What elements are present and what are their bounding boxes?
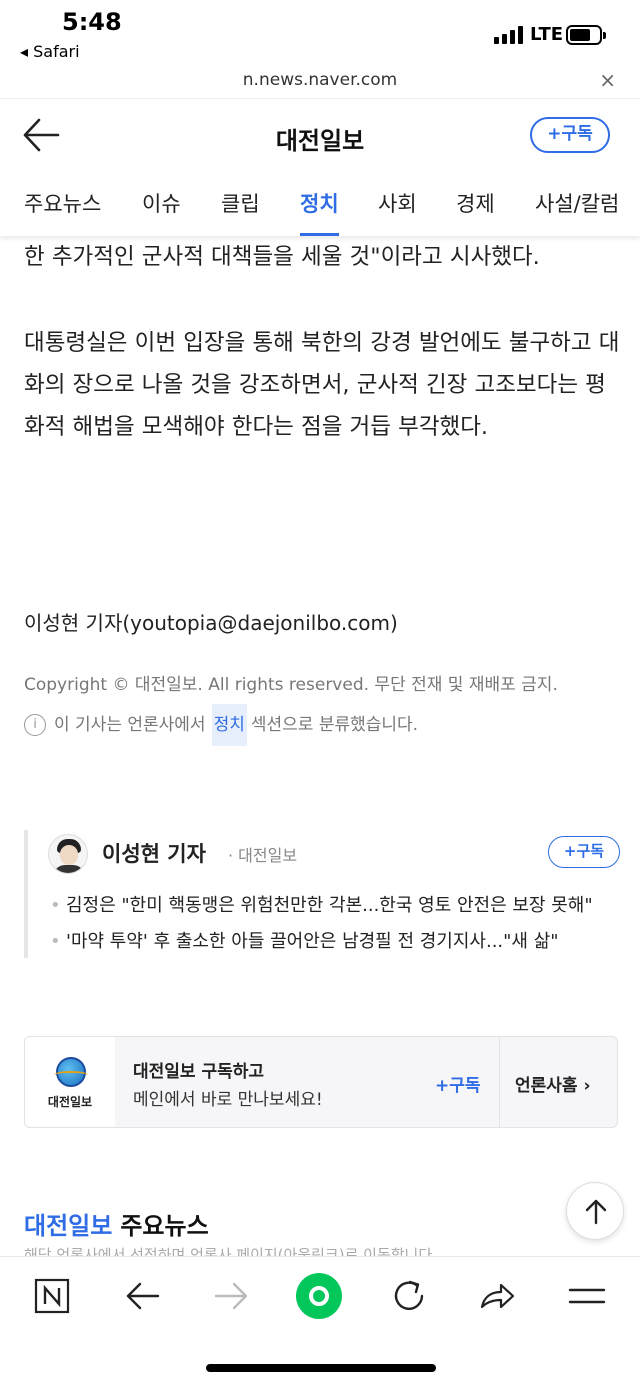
publisher-logo-text: 대전일보 xyxy=(47,1095,93,1109)
back-to-safari-link[interactable]: ◂ Safari xyxy=(20,42,80,61)
reporter-byline: 이성현 기자(youtopia@daejonilbo.com) xyxy=(24,611,398,635)
info-icon: i xyxy=(24,714,46,736)
tab-society[interactable]: 사회 xyxy=(378,188,417,218)
tab-editorial[interactable]: 사설/칼럼 xyxy=(535,188,619,218)
section-note-text: 이 기사는 언론사에서 xyxy=(54,715,206,735)
reporter-subscribe-button[interactable]: +구독 xyxy=(548,836,620,868)
article-paragraph: 한 추가적인 군사적 대책들을 세울 것"이라고 시사했다. xyxy=(24,244,540,270)
publisher-logo[interactable]: 대전일보 xyxy=(25,1037,115,1127)
main-news-org[interactable]: 대전일보 xyxy=(24,1212,112,1240)
main-news-heading: 대전일보 주요뉴스 xyxy=(24,1206,209,1241)
globe-icon xyxy=(54,1057,88,1087)
reporter-card: 이성현 기자 · 대전일보 +구독 김정은 "한미 핵동맹은 위험천만한 각본.… xyxy=(24,830,620,960)
section-note: i 이 기사는 언론사에서 정치 섹션으로 분류했습니다. xyxy=(24,704,418,746)
arrow-up-icon xyxy=(585,1199,607,1225)
status-bar: 5:48 ◂ Safari LTE xyxy=(0,0,640,66)
menu-icon[interactable] xyxy=(564,1273,610,1319)
publisher-subscribe-card: 대전일보 대전일보 구독하고 메인에서 바로 만나보세요! +구독 언론사홈 › xyxy=(24,1036,618,1128)
list-item[interactable]: 김정은 "한미 핵동맹은 위험천만한 각본...한국 영토 안전은 보장 못해" xyxy=(50,888,620,924)
publisher-card-title: 대전일보 구독하고 xyxy=(133,1062,265,1082)
reporter-org: · 대전일보 xyxy=(228,846,298,865)
publisher-card-description: 메인에서 바로 만나보세요! xyxy=(133,1090,323,1110)
list-item[interactable]: '마약 투약' 후 출소한 아들 끌어안은 남경필 전 경기지사..."새 삶" xyxy=(50,924,620,960)
url-bar[interactable]: n.news.naver.com × xyxy=(0,66,640,98)
avatar[interactable] xyxy=(48,834,88,874)
main-news-subtitle: 해당 언론사에서 선정하며 언론사 페이지(아웃링크)로 이동합니다. xyxy=(24,1246,437,1256)
tab-issue[interactable]: 이슈 xyxy=(142,188,181,218)
status-time: 5:48 xyxy=(62,8,122,36)
site-header: 대전일보 +구독 xyxy=(0,98,640,176)
reporter-name[interactable]: 이성현 기자 xyxy=(102,838,206,868)
url-text[interactable]: n.news.naver.com xyxy=(0,70,640,90)
divider xyxy=(499,1037,500,1127)
category-tabs: 주요뉴스 이슈 클립 정치 사회 경제 사설/칼럼 xyxy=(0,176,640,236)
forward-icon[interactable] xyxy=(208,1273,254,1319)
battery-icon xyxy=(566,25,606,45)
back-icon[interactable] xyxy=(120,1273,166,1319)
article-paragraph: 대통령실은 이번 입장을 통해 북한의 강경 발언에도 불구하고 대화의 장으로… xyxy=(24,330,620,440)
naver-n-icon[interactable] xyxy=(30,1273,76,1319)
green-dot-icon[interactable] xyxy=(296,1273,342,1319)
copyright-text: Copyright © 대전일보. All rights reserved. 무… xyxy=(24,675,558,695)
bottom-toolbar xyxy=(0,1256,640,1336)
main-news-label: 주요뉴스 xyxy=(120,1212,209,1240)
subscribe-button[interactable]: +구독 xyxy=(530,117,610,153)
home-indicator[interactable] xyxy=(206,1364,436,1372)
tab-main-news[interactable]: 주요뉴스 xyxy=(24,188,101,218)
publisher-home-link[interactable]: 언론사홈 › xyxy=(515,1071,590,1096)
section-note-text: 섹션으로 분류했습니다. xyxy=(250,715,419,735)
refresh-icon[interactable] xyxy=(386,1273,432,1319)
publisher-subscribe-button[interactable]: +구독 xyxy=(435,1071,481,1096)
signal-icon xyxy=(494,26,523,44)
share-icon[interactable] xyxy=(474,1273,520,1319)
tab-politics[interactable]: 정치 xyxy=(300,188,339,236)
tab-clip[interactable]: 클립 xyxy=(221,188,260,218)
network-type: LTE xyxy=(530,24,564,45)
section-link[interactable]: 정치 xyxy=(211,704,247,746)
scroll-top-button[interactable] xyxy=(566,1182,624,1240)
reporter-articles: 김정은 "한미 핵동맹은 위험천만한 각본...한국 영토 안전은 보장 못해"… xyxy=(50,888,620,960)
tab-economy[interactable]: 경제 xyxy=(456,188,495,218)
close-icon[interactable]: × xyxy=(599,68,616,92)
